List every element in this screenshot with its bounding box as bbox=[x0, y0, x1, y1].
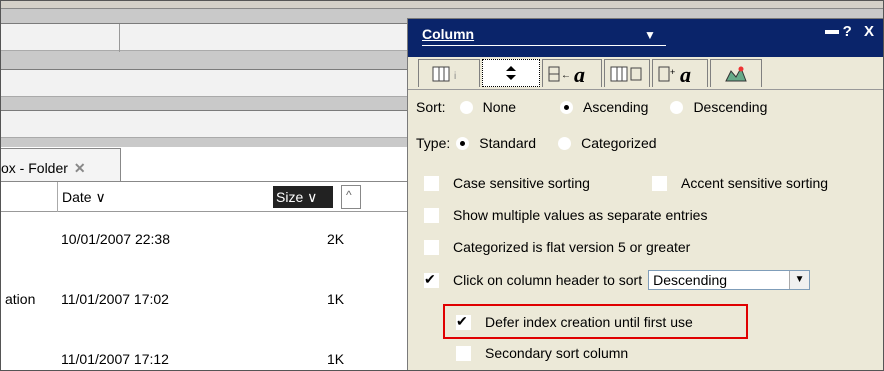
sort-ascending-label: Ascending bbox=[583, 99, 649, 115]
sort-ascending-radio[interactable] bbox=[560, 100, 574, 114]
type-standard-radio[interactable] bbox=[456, 136, 470, 150]
chevron-down-icon[interactable]: ▼ bbox=[789, 271, 810, 289]
date-column-header[interactable]: Date ∨ bbox=[57, 182, 272, 212]
size-cell: 2K bbox=[327, 231, 345, 247]
size-column-header[interactable]: Size ∨ bbox=[273, 186, 333, 208]
font-icon[interactable]: ← a bbox=[542, 59, 602, 87]
click-header-select[interactable]: Descending ▼ bbox=[648, 270, 811, 290]
advanced-icon[interactable] bbox=[710, 59, 762, 87]
column-header-row: Date ∨ Size ∨ ^ bbox=[1, 182, 421, 212]
type-standard-label: Standard bbox=[479, 135, 537, 151]
folder-tab-label: ox - Folder bbox=[1, 160, 68, 176]
categorized-flat-checkbox[interactable] bbox=[424, 239, 439, 255]
type-categorized-radio[interactable] bbox=[558, 136, 572, 150]
toolbar-bar bbox=[1, 110, 421, 138]
date-cell: 11/01/2007 17:12 bbox=[61, 351, 169, 367]
accent-sensitive-checkbox[interactable] bbox=[652, 175, 667, 191]
multiple-values-label: Show multiple values as separate entries bbox=[453, 207, 708, 223]
highlight-box bbox=[443, 304, 748, 339]
secondary-sort-label: Secondary sort column bbox=[485, 345, 629, 361]
case-sensitive-checkbox[interactable] bbox=[424, 175, 439, 191]
close-icon[interactable]: ✕ bbox=[74, 160, 86, 176]
top-strip bbox=[1, 1, 883, 9]
type-label: Type: bbox=[416, 135, 451, 151]
svg-text:←: ← bbox=[561, 70, 571, 81]
minimize-icon[interactable] bbox=[824, 30, 839, 35]
toolbar-bar bbox=[1, 69, 421, 97]
chevron-down-icon[interactable]: ▼ bbox=[644, 28, 656, 42]
sort-descending-radio[interactable] bbox=[670, 100, 684, 114]
app-window: ox - Folder ✕ Date ∨ Size ∨ ^ 10/01/2007… bbox=[0, 0, 884, 371]
accent-sensitive-option: Accent sensitive sorting bbox=[652, 175, 828, 191]
case-sensitive-label: Case sensitive sorting bbox=[453, 175, 590, 191]
case-sensitive-option: Case sensitive sorting bbox=[424, 175, 590, 191]
sort-label: Sort: bbox=[416, 99, 446, 115]
click-header-option: Click on column header to sort Descendin… bbox=[424, 270, 811, 290]
svg-text:i: i bbox=[454, 71, 456, 82]
column-info-icon[interactable]: i bbox=[418, 59, 480, 87]
secondary-sort-checkbox[interactable] bbox=[456, 345, 471, 361]
folder-tab[interactable]: ox - Folder ✕ bbox=[1, 148, 121, 182]
toolbar-bar bbox=[1, 23, 421, 52]
help-close-icons[interactable]: ? X bbox=[843, 23, 878, 40]
svg-text:+: + bbox=[670, 67, 675, 77]
sorting-icon[interactable] bbox=[482, 59, 540, 87]
secondary-sort-option: Secondary sort column bbox=[456, 345, 628, 361]
column-title-icon[interactable] bbox=[604, 59, 650, 87]
svg-text:a: a bbox=[574, 63, 585, 85]
panel-tabs: i ← a + a bbox=[418, 59, 762, 87]
type-options: Type: Standard Categorized bbox=[416, 135, 657, 151]
panel-tools: ? X bbox=[824, 23, 878, 40]
categorized-flat-option: Categorized is flat version 5 or greater bbox=[424, 239, 690, 255]
sort-none-label: None bbox=[482, 99, 517, 115]
svg-text:a: a bbox=[680, 63, 691, 85]
sort-descending-label: Descending bbox=[693, 99, 768, 115]
click-header-checkbox[interactable] bbox=[424, 271, 439, 288]
categorized-flat-label: Categorized is flat version 5 or greater bbox=[453, 239, 691, 255]
panel-title[interactable]: Column bbox=[422, 26, 474, 42]
size-cell: 1K bbox=[327, 351, 345, 367]
type-categorized-label: Categorized bbox=[581, 135, 657, 151]
click-header-select-value: Descending bbox=[653, 272, 728, 288]
title-font-icon[interactable]: + a bbox=[652, 59, 708, 87]
date-cell: 10/01/2007 22:38 bbox=[61, 231, 170, 247]
sort-none-radio[interactable] bbox=[459, 100, 473, 114]
subject-cell: ation bbox=[5, 291, 36, 307]
sort-up-icon[interactable]: ^ bbox=[341, 185, 361, 209]
accent-sensitive-label: Accent sensitive sorting bbox=[681, 175, 829, 191]
panel-title-bar[interactable]: Column ▼ ? X bbox=[408, 19, 883, 57]
date-cell: 11/01/2007 17:02 bbox=[61, 291, 169, 307]
multiple-values-checkbox[interactable] bbox=[424, 207, 439, 223]
multiple-values-option: Show multiple values as separate entries bbox=[424, 207, 707, 223]
size-cell: 1K bbox=[327, 291, 345, 307]
sort-options: Sort: None Ascending Descending bbox=[416, 99, 767, 115]
click-header-label: Click on column header to sort bbox=[453, 272, 643, 288]
